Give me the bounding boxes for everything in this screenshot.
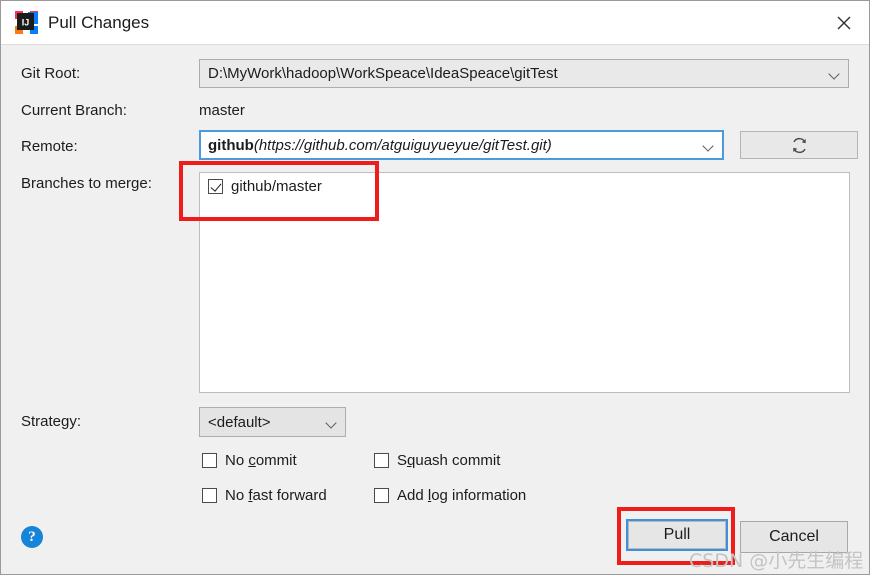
checkbox-box[interactable] xyxy=(202,488,217,503)
current-branch-label: Current Branch: xyxy=(21,102,127,119)
git-root-value: D:\MyWork\hadoop\WorkSpeace\IdeaSpeace\g… xyxy=(208,65,558,82)
checkbox-box[interactable] xyxy=(374,453,389,468)
list-item[interactable]: github/master xyxy=(200,173,849,199)
add-log-information-checkbox[interactable]: Add log information xyxy=(374,487,526,504)
remote-name: github xyxy=(208,136,254,154)
pull-changes-dialog: IJ Pull Changes Git Root: D:\MyWork\hado… xyxy=(0,0,870,575)
remote-label: Remote: xyxy=(21,138,78,155)
strategy-label: Strategy: xyxy=(21,413,82,430)
no-fast-forward-label: No fast forward xyxy=(225,487,327,504)
no-commit-checkbox[interactable]: No commit xyxy=(202,452,297,469)
help-button[interactable]: ? xyxy=(21,526,43,548)
close-button[interactable] xyxy=(819,1,869,44)
refresh-remotes-button[interactable] xyxy=(740,131,858,159)
remote-url: (https://github.com/atguiguyueyue/gitTes… xyxy=(253,136,552,154)
window-title: Pull Changes xyxy=(48,13,150,32)
squash-commit-label: Squash commit xyxy=(397,452,501,469)
branch-checkbox[interactable] xyxy=(208,178,223,194)
close-icon xyxy=(837,16,851,29)
chevron-down-icon xyxy=(319,419,345,426)
refresh-icon xyxy=(792,137,806,153)
dialog-content: Git Root: D:\MyWork\hadoop\WorkSpeace\Id… xyxy=(2,45,868,573)
strategy-combobox[interactable]: <default> xyxy=(199,407,346,437)
no-commit-label: No commit xyxy=(225,452,297,469)
pull-button[interactable]: Pull xyxy=(626,519,728,551)
chevron-down-icon xyxy=(822,70,848,77)
squash-commit-checkbox[interactable]: Squash commit xyxy=(374,452,500,469)
no-fast-forward-checkbox[interactable]: No fast forward xyxy=(202,487,327,504)
remote-combobox[interactable]: github(https://github.com/atguiguyueyue/… xyxy=(199,130,724,160)
chevron-down-icon xyxy=(696,142,722,149)
remote-value: github(https://github.com/atguiguyueyue/… xyxy=(201,137,696,154)
branch-label: github/master xyxy=(231,177,322,195)
intellij-idea-icon: IJ xyxy=(15,11,38,34)
add-log-information-label: Add log information xyxy=(397,487,527,504)
git-root-combobox[interactable]: D:\MyWork\hadoop\WorkSpeace\IdeaSpeace\g… xyxy=(199,59,849,88)
branches-list[interactable]: github/master xyxy=(199,172,850,393)
pull-button-label: Pull xyxy=(628,521,726,549)
svg-text:IJ: IJ xyxy=(22,18,30,28)
strategy-value: <default> xyxy=(208,413,271,431)
branches-to-merge-label: Branches to merge: xyxy=(21,175,152,192)
title-bar: IJ Pull Changes xyxy=(1,1,869,45)
current-branch-value: master xyxy=(199,102,245,119)
git-root-label: Git Root: xyxy=(21,65,81,82)
cancel-button[interactable]: Cancel xyxy=(740,521,848,553)
checkbox-box[interactable] xyxy=(202,453,217,468)
checkbox-box[interactable] xyxy=(374,488,389,503)
